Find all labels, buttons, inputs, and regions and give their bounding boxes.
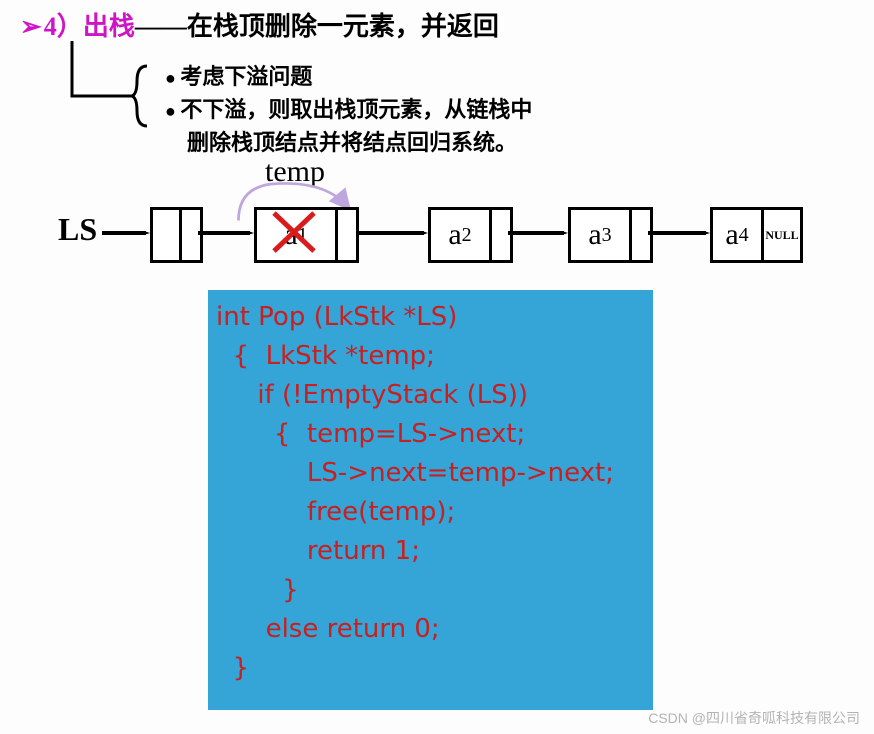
head-node <box>150 207 203 263</box>
ls-label: LS <box>58 211 97 248</box>
node-a2: a2 <box>428 207 513 263</box>
code-box: int Pop (LkStk *LS) { LkStk *temp; if (!… <box>208 290 653 710</box>
bullet-points: 考虑下溢问题 不下溢，则取出栈顶元素，从链栈中 删除栈顶结点并将结点回归系统。 <box>165 60 532 159</box>
arrow-icon <box>356 231 428 235</box>
linked-stack-diagram: temp LS a1 a2 a3 <box>0 155 874 275</box>
title-rest: ——在栈顶删除一元素，并返回 <box>135 12 499 41</box>
null-label: NULL <box>761 210 800 260</box>
point-1: 考虑下溢问题 <box>165 60 532 93</box>
title-bullet: ➢ <box>20 12 42 41</box>
arrow-icon <box>102 231 150 235</box>
node-a3: a3 <box>568 207 653 263</box>
code-text: int Pop (LkStk *LS) { LkStk *temp; if (!… <box>216 298 645 688</box>
arrow-icon <box>648 231 710 235</box>
point-2-line1: 不下溢，则取出栈顶元素，从链栈中 <box>165 93 532 126</box>
arrow-icon <box>508 231 568 235</box>
bracket-icon <box>62 36 162 136</box>
node-a4: a4 NULL <box>710 207 803 263</box>
watermark: CSDN @四川省奇呱科技有限公司 <box>648 708 860 728</box>
arrow-icon <box>198 231 254 235</box>
cross-out-icon <box>268 207 328 257</box>
